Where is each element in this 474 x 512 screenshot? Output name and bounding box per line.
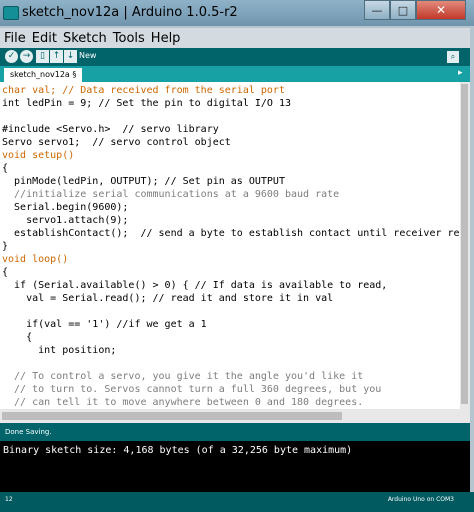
code-line: // to turn to. Servos cannot turn a full… [2, 384, 382, 395]
code-line: if (Serial.available() > 0) { // If data… [2, 280, 388, 291]
title-bar: sketch_nov12a | Arduino 1.0.5-r2 — □ ✕ [0, 0, 474, 26]
code-line: void setup() [2, 150, 75, 161]
arduino-app-icon [3, 6, 19, 20]
serial-monitor-icon[interactable]: ⌕ [447, 51, 459, 63]
code-line: Servo servo1; // servo control object [2, 137, 231, 148]
window-right-border [470, 28, 474, 492]
maximize-button[interactable]: □ [390, 0, 416, 20]
line-number: 12 [5, 496, 13, 503]
code-line: int position; [2, 345, 117, 356]
new-icon[interactable]: ▯ [36, 50, 49, 63]
status-message: Done Saving. [5, 428, 52, 436]
menu-edit[interactable]: Edit [32, 31, 57, 46]
code-line: { [2, 163, 9, 174]
code-line: #include <Servo.h> // servo library [2, 124, 219, 135]
menu-bar: File Edit Sketch Tools Help [0, 28, 474, 48]
tab-bar: sketch_nov12a § ▸ [0, 66, 470, 82]
menu-sketch[interactable]: Sketch [63, 31, 107, 46]
tab-menu-arrow-icon[interactable]: ▸ [458, 68, 463, 78]
code-line: int ledPin = 9; // Set the pin to digita… [2, 98, 291, 109]
menu-help[interactable]: Help [151, 31, 181, 46]
verify-icon[interactable]: ✓ [5, 50, 18, 63]
horizontal-scrollbar[interactable] [0, 409, 470, 423]
code-line: // can tell it to move anywhere between … [2, 397, 364, 408]
horizontal-scroll-thumb[interactable] [2, 412, 342, 420]
code-text[interactable]: char val; // Data received from the seri… [2, 84, 460, 409]
code-line: if(val == '1') //if we get a 1 [2, 319, 207, 330]
code-line: void loop() [2, 254, 69, 265]
save-icon[interactable]: ↓ [64, 50, 77, 63]
window-title: sketch_nov12a | Arduino 1.0.5-r2 [22, 5, 238, 20]
code-line: servo1.attach(9); [2, 215, 129, 226]
code-editor[interactable]: char val; // Data received from the seri… [0, 82, 460, 409]
open-icon[interactable]: ↑ [50, 50, 63, 63]
code-line: pinMode(ledPin, OUTPUT); // Set pin as O… [2, 176, 285, 187]
minimize-button[interactable]: — [364, 0, 390, 20]
tab-sketch[interactable]: sketch_nov12a § [4, 68, 83, 82]
status-bar: Done Saving. [0, 423, 470, 441]
code-line: Serial.begin(9600); [2, 202, 129, 213]
code-line: char val; // Data received from the seri… [2, 85, 285, 96]
code-line: // To control a servo, you give it the a… [2, 371, 364, 382]
toolbar-hover-label: New [79, 51, 97, 60]
code-line: } [2, 241, 9, 252]
code-line: //initialize serial communications at a … [2, 189, 340, 200]
console-text: Binary sketch size: 4,168 bytes (of a 32… [3, 445, 353, 456]
code-line: val = Serial.read(); // read it and stor… [2, 293, 334, 304]
close-button[interactable]: ✕ [416, 0, 466, 20]
console-output: Binary sketch size: 4,168 bytes (of a 32… [0, 441, 470, 492]
code-line: { [2, 267, 9, 278]
vertical-scrollbar[interactable] [460, 82, 470, 409]
board-port-label: Arduino Uno on COM3 [387, 496, 454, 503]
menu-file[interactable]: File [4, 31, 26, 46]
arduino-ide-window: sketch_nov12a | Arduino 1.0.5-r2 — □ ✕ F… [0, 0, 474, 512]
footer-bar: 12 Arduino Uno on COM3 [0, 492, 474, 512]
menu-tools[interactable]: Tools [113, 31, 145, 46]
toolbar: ✓ → ▯ ↑ ↓ New ⌕ [0, 48, 470, 66]
vertical-scroll-thumb[interactable] [461, 84, 468, 404]
upload-icon[interactable]: → [20, 50, 33, 63]
code-line: { [2, 332, 33, 343]
code-line: establishContact(); // send a byte to es… [2, 228, 460, 239]
